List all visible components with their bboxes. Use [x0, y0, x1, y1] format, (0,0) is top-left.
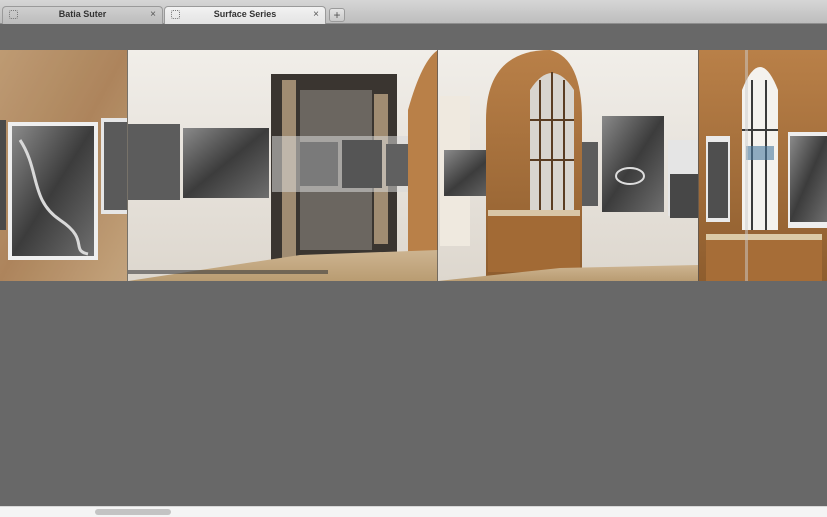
new-tab-button[interactable]: +: [329, 8, 345, 22]
close-icon[interactable]: ×: [313, 9, 319, 20]
exhibition-panorama-image: [0, 50, 827, 281]
tab-surface-series[interactable]: Surface Series ×: [164, 6, 326, 24]
panorama-svg: [0, 50, 827, 281]
horizontal-scrollbar[interactable]: [0, 506, 827, 517]
tab-title: Surface Series: [213, 9, 277, 19]
page-icon: [9, 10, 18, 19]
tab-title: Batia Suter: [58, 9, 107, 19]
panel-arched-window: [438, 50, 698, 281]
panel-window-right: [698, 50, 827, 281]
panel-marble-wall: [0, 50, 127, 281]
close-icon[interactable]: ×: [150, 9, 156, 20]
panel-doorway-wall: [128, 50, 444, 281]
tab-batia-suter[interactable]: Batia Suter ×: [2, 6, 163, 24]
scrollbar-thumb[interactable]: [95, 509, 171, 515]
tab-bar: Batia Suter × Surface Series × +: [0, 0, 827, 24]
page-icon: [171, 10, 180, 19]
